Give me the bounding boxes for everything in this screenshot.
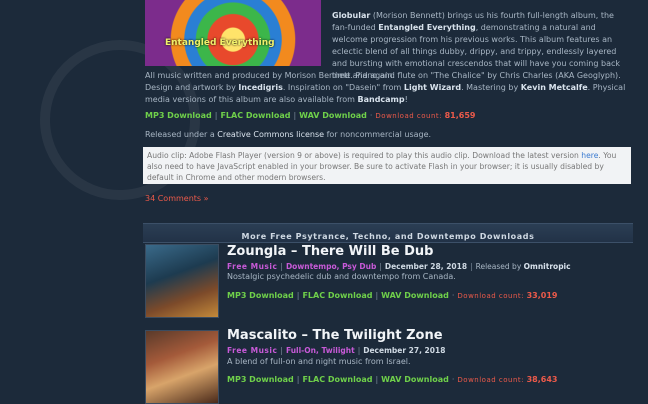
entry-date: December 27, 2018 xyxy=(363,346,446,355)
mastering-link[interactable]: Kevin Metcalfe xyxy=(521,83,588,92)
separator: | xyxy=(357,346,361,355)
credits-paragraph: All music written and produced by Moriso… xyxy=(145,70,635,106)
mp3-download-link[interactable]: MP3 Download xyxy=(227,291,294,300)
entry-description: A blend of full-on and night music from … xyxy=(227,357,411,366)
download-count: 33,019 xyxy=(526,291,558,300)
entry-title[interactable]: Zoungla – There Will Be Dub xyxy=(227,244,433,259)
entry-meta: Free Music | Downtempo, Psy Dub | December 2… xyxy=(227,262,571,271)
category-link[interactable]: Free Music xyxy=(227,346,277,355)
separator: | xyxy=(293,111,297,120)
entry-date: December 28, 2018 xyxy=(384,262,468,271)
album-art-zoungla[interactable] xyxy=(145,244,219,318)
credits-text-5: ! xyxy=(404,95,408,104)
inspiration-link[interactable]: Light Wizard xyxy=(404,83,461,92)
creative-commons-link[interactable]: Creative Commons license xyxy=(217,130,324,139)
album-art-mascalito[interactable] xyxy=(145,330,219,404)
comments-link[interactable]: 34 Comments » xyxy=(145,194,209,203)
mp3-download-link[interactable]: MP3 Download xyxy=(227,375,294,384)
entry-download-row: MP3 Download | FLAC Download | WAV Download ·… xyxy=(227,375,557,384)
section-header-title: More Free Psytrance, Techno, and Downtem… xyxy=(241,232,535,241)
audio-clip-notice: Audio clip: Adobe Flash Player (version … xyxy=(143,147,631,184)
download-count-label: Download count: xyxy=(457,376,525,384)
wav-download-link[interactable]: WAV Download xyxy=(299,111,367,120)
entry-meta: Free Music | Full-On, Twilight | December 27… xyxy=(227,346,445,355)
record-label-link[interactable]: Omnitropic xyxy=(524,262,571,271)
wav-download-link[interactable]: WAV Download xyxy=(381,291,449,300)
album-art-featured[interactable]: Entangled Everything xyxy=(145,0,321,66)
page-frame: Entangled Everything Globular (Morison B… xyxy=(0,0,648,404)
flac-download-link[interactable]: FLAC Download xyxy=(302,375,372,384)
license-text-1: Released under a xyxy=(145,130,218,139)
license-text-2: for noncommercial usage. xyxy=(324,130,432,139)
credits-text-3: . Mastering by xyxy=(461,83,521,92)
wav-download-link[interactable]: WAV Download xyxy=(381,375,449,384)
album-name: Entangled Everything xyxy=(378,23,476,32)
genre-links[interactable]: Downtempo, Psy Dub xyxy=(286,262,376,271)
bandcamp-link[interactable]: Bandcamp xyxy=(358,95,405,104)
featured-download-row: MP3 Download | FLAC Download | WAV Download ·… xyxy=(145,111,475,120)
flash-download-link[interactable]: here xyxy=(581,151,598,160)
album-art-title: Entangled Everything xyxy=(165,38,275,48)
flac-download-link[interactable]: FLAC Download xyxy=(302,291,372,300)
genre-links[interactable]: Full-On, Twilight xyxy=(286,346,355,355)
separator: | xyxy=(280,262,283,271)
entry-title[interactable]: Mascalito – The Twilight Zone xyxy=(227,328,443,343)
separator: | xyxy=(280,346,283,355)
separator: | xyxy=(470,262,473,271)
separator: | xyxy=(379,262,382,271)
separator: | xyxy=(375,375,379,384)
license-line: Released under a Creative Commons licens… xyxy=(145,129,431,141)
category-link[interactable]: Free Music xyxy=(227,262,277,271)
separator: | xyxy=(375,291,379,300)
credits-text-2: . Inspiration on "Dasein" from xyxy=(282,83,404,92)
release-prefix: Released by xyxy=(475,262,522,271)
audio-text-1: Audio clip: Adobe Flash Player (version … xyxy=(147,151,582,160)
download-count: 81,659 xyxy=(444,111,476,120)
download-count-label: Download count: xyxy=(375,112,443,120)
designer-link[interactable]: Incedigris xyxy=(238,83,282,92)
download-count: 38,643 xyxy=(526,375,558,384)
download-count-label: Download count: xyxy=(457,292,525,300)
entry-description: Nostalgic psychedelic dub and downtempo … xyxy=(227,272,456,281)
mp3-download-link[interactable]: MP3 Download xyxy=(145,111,212,120)
flac-download-link[interactable]: FLAC Download xyxy=(220,111,290,120)
section-header: More Free Psytrance, Techno, and Downtem… xyxy=(143,223,633,243)
artist-link[interactable]: Globular xyxy=(332,11,370,20)
entry-download-row: MP3 Download | FLAC Download | WAV Download ·… xyxy=(227,291,557,300)
